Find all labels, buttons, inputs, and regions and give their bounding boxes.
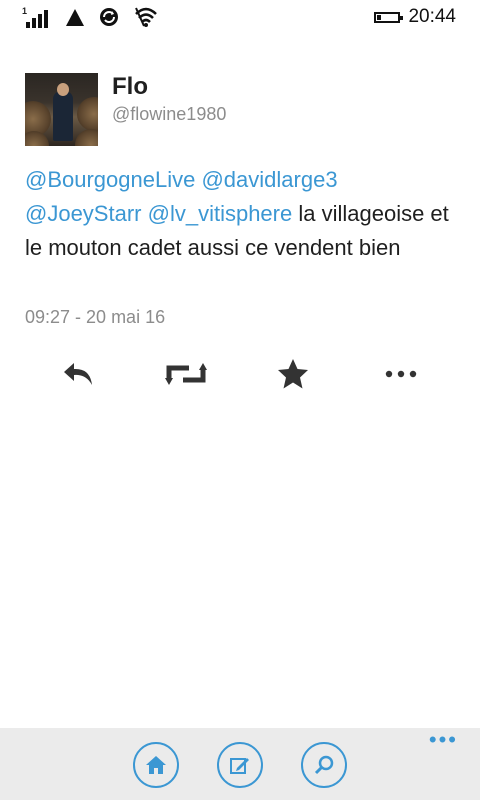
sim-slot-label: 1 [22, 6, 28, 16]
clock: 20:44 [408, 6, 456, 27]
wifi-icon [135, 7, 157, 27]
home-icon[interactable] [133, 742, 179, 788]
mention-link[interactable]: @davidlarge3 [201, 167, 337, 192]
search-icon[interactable] [301, 742, 347, 788]
more-icon[interactable] [379, 352, 423, 396]
tweet-timestamp: 09:27 - 20 mai 16 [25, 307, 166, 327]
app-bar-more-button[interactable]: ••• [429, 729, 458, 751]
reply-icon[interactable] [57, 352, 101, 396]
avatar[interactable] [25, 73, 98, 146]
sync-icon [100, 8, 118, 26]
mention-link[interactable]: @BourgogneLive [25, 167, 195, 192]
favorite-icon[interactable] [271, 352, 315, 396]
mention-link[interactable]: @JoeyStarr [25, 201, 141, 226]
user-name[interactable]: Flo [112, 73, 148, 101]
tweet-text: @BourgogneLive @davidlarge3 @JoeyStarr @… [25, 163, 455, 265]
signal-icon: 1 [22, 6, 52, 28]
data-triangle-icon [66, 9, 84, 26]
retweet-icon[interactable] [164, 352, 208, 396]
user-handle[interactable]: @flowine1980 [112, 104, 226, 125]
battery-icon [374, 11, 404, 23]
mention-link[interactable]: @lv_vitisphere [148, 201, 293, 226]
compose-icon[interactable] [217, 742, 263, 788]
tweet-actions [0, 352, 480, 396]
status-bar: 1 20:44 [0, 0, 480, 34]
app-bar: ••• [0, 728, 480, 800]
